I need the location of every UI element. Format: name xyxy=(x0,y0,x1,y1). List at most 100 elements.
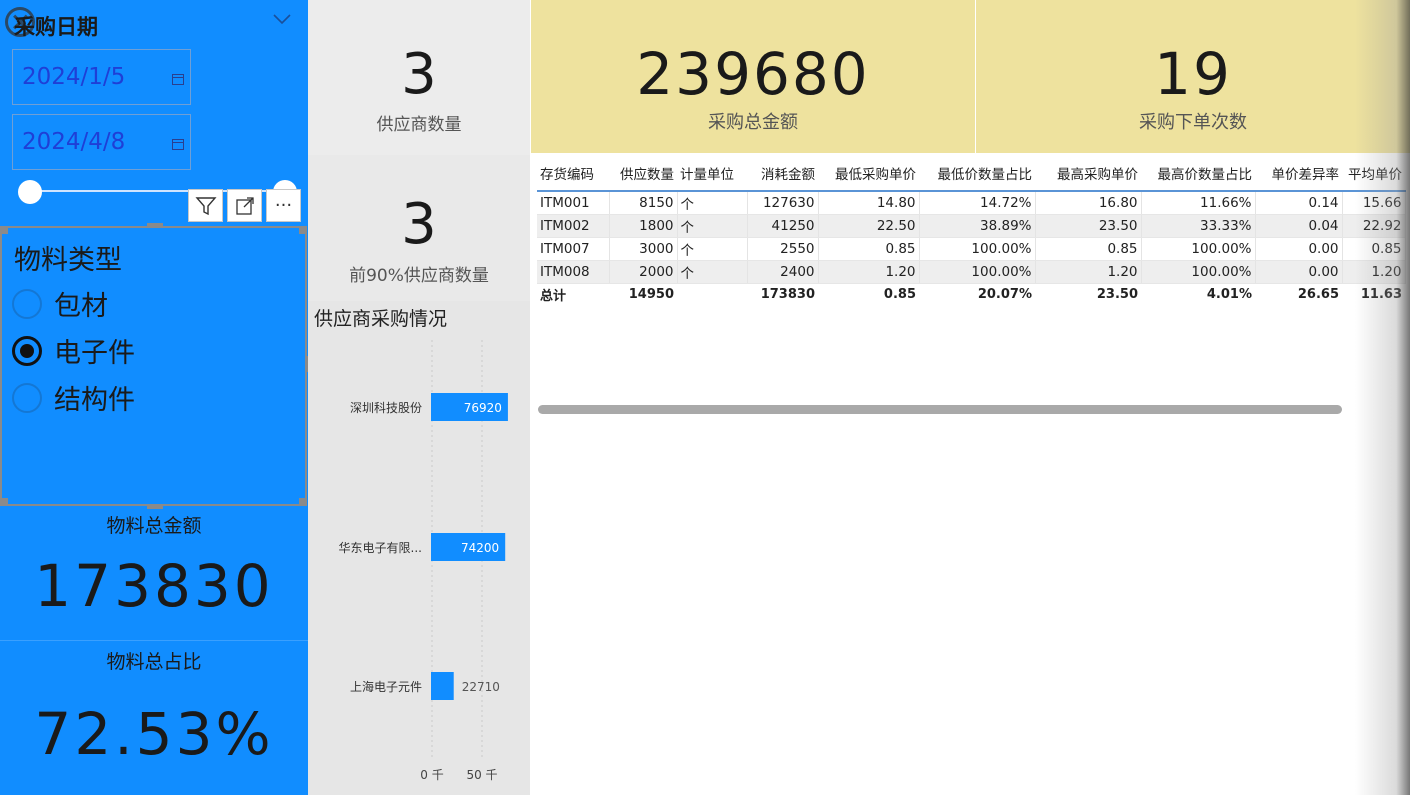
calendar-icon[interactable] xyxy=(172,74,184,85)
card-label: 前90%供应商数量 xyxy=(349,266,489,286)
table-cell: 1800 xyxy=(609,214,678,238)
table-cell: 14.80 xyxy=(818,191,920,215)
card-label: 采购总金额 xyxy=(708,112,798,133)
radio-button-selected[interactable] xyxy=(12,335,42,366)
column-header[interactable]: 最低价数量占比 xyxy=(919,155,1035,192)
material-type-title: 物料类型 xyxy=(14,245,122,276)
table-row[interactable]: ITM008 2000 个 2400 1.20 100.00% 1.20 100… xyxy=(537,260,1406,284)
option-structural[interactable]: 结构件 xyxy=(12,378,135,417)
resize-handle[interactable] xyxy=(299,226,307,234)
table-cell: 个 xyxy=(677,237,748,261)
table-cell: 0.04 xyxy=(1255,214,1343,238)
resize-handle[interactable] xyxy=(147,504,163,509)
resize-handle[interactable] xyxy=(0,226,8,234)
total-cell: 173830 xyxy=(747,282,818,306)
table-cell: 22.50 xyxy=(818,214,920,238)
total-cell: 4.01% xyxy=(1141,282,1255,306)
table-cell: ITM007 xyxy=(537,237,610,261)
table-row[interactable]: ITM001 8150 个 127630 14.80 14.72% 16.80 … xyxy=(537,191,1406,215)
table-cell: 0.85 xyxy=(818,237,920,261)
total-cell: 23.50 xyxy=(1035,282,1141,306)
table-cell: 0.00 xyxy=(1255,260,1343,284)
resize-handle[interactable] xyxy=(0,498,8,506)
resize-handle[interactable] xyxy=(299,498,307,506)
table-cell: 0.85 xyxy=(1035,237,1142,261)
column-header[interactable]: 最低采购单价 xyxy=(818,155,919,192)
table-cell: 23.50 xyxy=(1035,214,1142,238)
table-row[interactable]: ITM002 1800 个 41250 22.50 38.89% 23.50 3… xyxy=(537,214,1406,238)
table-cell: ITM008 xyxy=(537,260,610,284)
supplier-count-card: 3 供应商数量 xyxy=(308,0,530,155)
table-total-row: 总计 14950 173830 0.85 20.07% 23.50 4.01% … xyxy=(537,282,1405,306)
focus-mode-icon[interactable] xyxy=(227,189,262,222)
top90-supplier-count-card: 3 前90%供应商数量 xyxy=(308,155,530,301)
option-label: 结构件 xyxy=(54,385,135,416)
date-slicer-title: 采购日期 xyxy=(14,15,98,39)
card-value: 72.53% xyxy=(34,700,274,768)
chart-title: 供应商采购情况 xyxy=(314,308,448,330)
table-cell: 14.72% xyxy=(919,191,1036,215)
chevron-down-icon[interactable] xyxy=(272,12,292,26)
total-purchase-card: 239680 采购总金额 xyxy=(531,0,975,153)
table-cell: 127630 xyxy=(747,191,819,215)
total-cell: 26.65 xyxy=(1255,282,1342,306)
card-value: 3 xyxy=(401,192,437,257)
supplier-bar-chart: 深圳科技股份 76920 华东电子有限... 74200 上海电子元件 22710 0 千 5… xyxy=(339,340,508,782)
column-header[interactable]: 计量单位 xyxy=(677,155,747,192)
filter-icon[interactable] xyxy=(188,189,223,222)
table-cell: 1.20 xyxy=(1035,260,1142,284)
category-label: 上海电子元件 xyxy=(350,679,422,694)
table-row[interactable]: ITM007 3000 个 2550 0.85 100.00% 0.85 100… xyxy=(537,237,1406,261)
total-cell: 20.07% xyxy=(919,282,1035,306)
table-cell: 3000 xyxy=(609,237,678,261)
table-cell: ITM002 xyxy=(537,214,610,238)
category-label: 华东电子有限... xyxy=(339,541,422,555)
table-cell: 个 xyxy=(677,260,748,284)
date-slicer[interactable]: 采购日期 2024/1/5 2024/4/8 ··· xyxy=(0,0,308,222)
more-options-icon[interactable]: ··· xyxy=(266,189,301,222)
slider-start-handle[interactable] xyxy=(18,180,42,204)
table-cell: 0.14 xyxy=(1255,191,1343,215)
resize-handle[interactable] xyxy=(0,356,2,372)
resize-handle[interactable] xyxy=(147,223,163,228)
card-value: 239680 xyxy=(636,40,870,108)
total-cell: 总计 xyxy=(537,282,609,306)
table-cell: 100.00% xyxy=(1141,237,1256,261)
data-label: 76920 xyxy=(464,401,502,415)
column-header[interactable]: 单价差异率 xyxy=(1255,155,1342,192)
card-label: 物料总金额 xyxy=(106,515,202,537)
table-cell: 8150 xyxy=(609,191,678,215)
table-cell: 个 xyxy=(677,191,748,215)
table-cell: 38.89% xyxy=(919,214,1036,238)
column-header[interactable]: 最高价数量占比 xyxy=(1141,155,1255,192)
card-value: 173830 xyxy=(34,552,274,620)
end-date-value: 2024/4/8 xyxy=(22,129,126,155)
column-header[interactable]: 供应数量 xyxy=(609,155,677,192)
order-count-card: 19 采购下单次数 xyxy=(976,0,1410,153)
column-header[interactable]: 最高采购单价 xyxy=(1035,155,1141,192)
card-label: 物料总占比 xyxy=(106,651,202,673)
table-cell: 100.00% xyxy=(1141,260,1256,284)
material-total-ratio-card: 物料总占比 72.53% xyxy=(0,647,308,768)
card-value: 19 xyxy=(1154,40,1232,108)
tick-label: 0 千 xyxy=(420,768,443,782)
start-date-input[interactable]: 2024/1/5 xyxy=(12,49,191,105)
report-page: 采购日期 2024/1/5 2024/4/8 ··· 物料类型 包材 电子件 结… xyxy=(0,0,1410,795)
calendar-icon[interactable] xyxy=(172,139,184,150)
column-header[interactable]: 消耗金额 xyxy=(747,155,818,192)
table-cell: ITM001 xyxy=(537,191,610,215)
table-cell: 100.00% xyxy=(919,260,1036,284)
column-header[interactable]: 存货编码 xyxy=(537,155,609,192)
radio-button[interactable] xyxy=(12,288,42,319)
option-packaging[interactable]: 包材 xyxy=(12,284,108,323)
end-date-input[interactable]: 2024/4/8 xyxy=(12,114,191,170)
option-label: 电子件 xyxy=(54,338,135,369)
data-label: 22710 xyxy=(462,680,500,694)
card-value: 3 xyxy=(401,42,437,107)
radio-button[interactable] xyxy=(12,382,42,413)
option-electronics[interactable]: 电子件 xyxy=(12,331,135,370)
start-date-value: 2024/1/5 xyxy=(22,64,126,90)
card-label: 采购下单次数 xyxy=(1139,112,1247,133)
horizontal-scrollbar[interactable] xyxy=(538,405,1342,414)
bar[interactable] xyxy=(431,672,454,700)
